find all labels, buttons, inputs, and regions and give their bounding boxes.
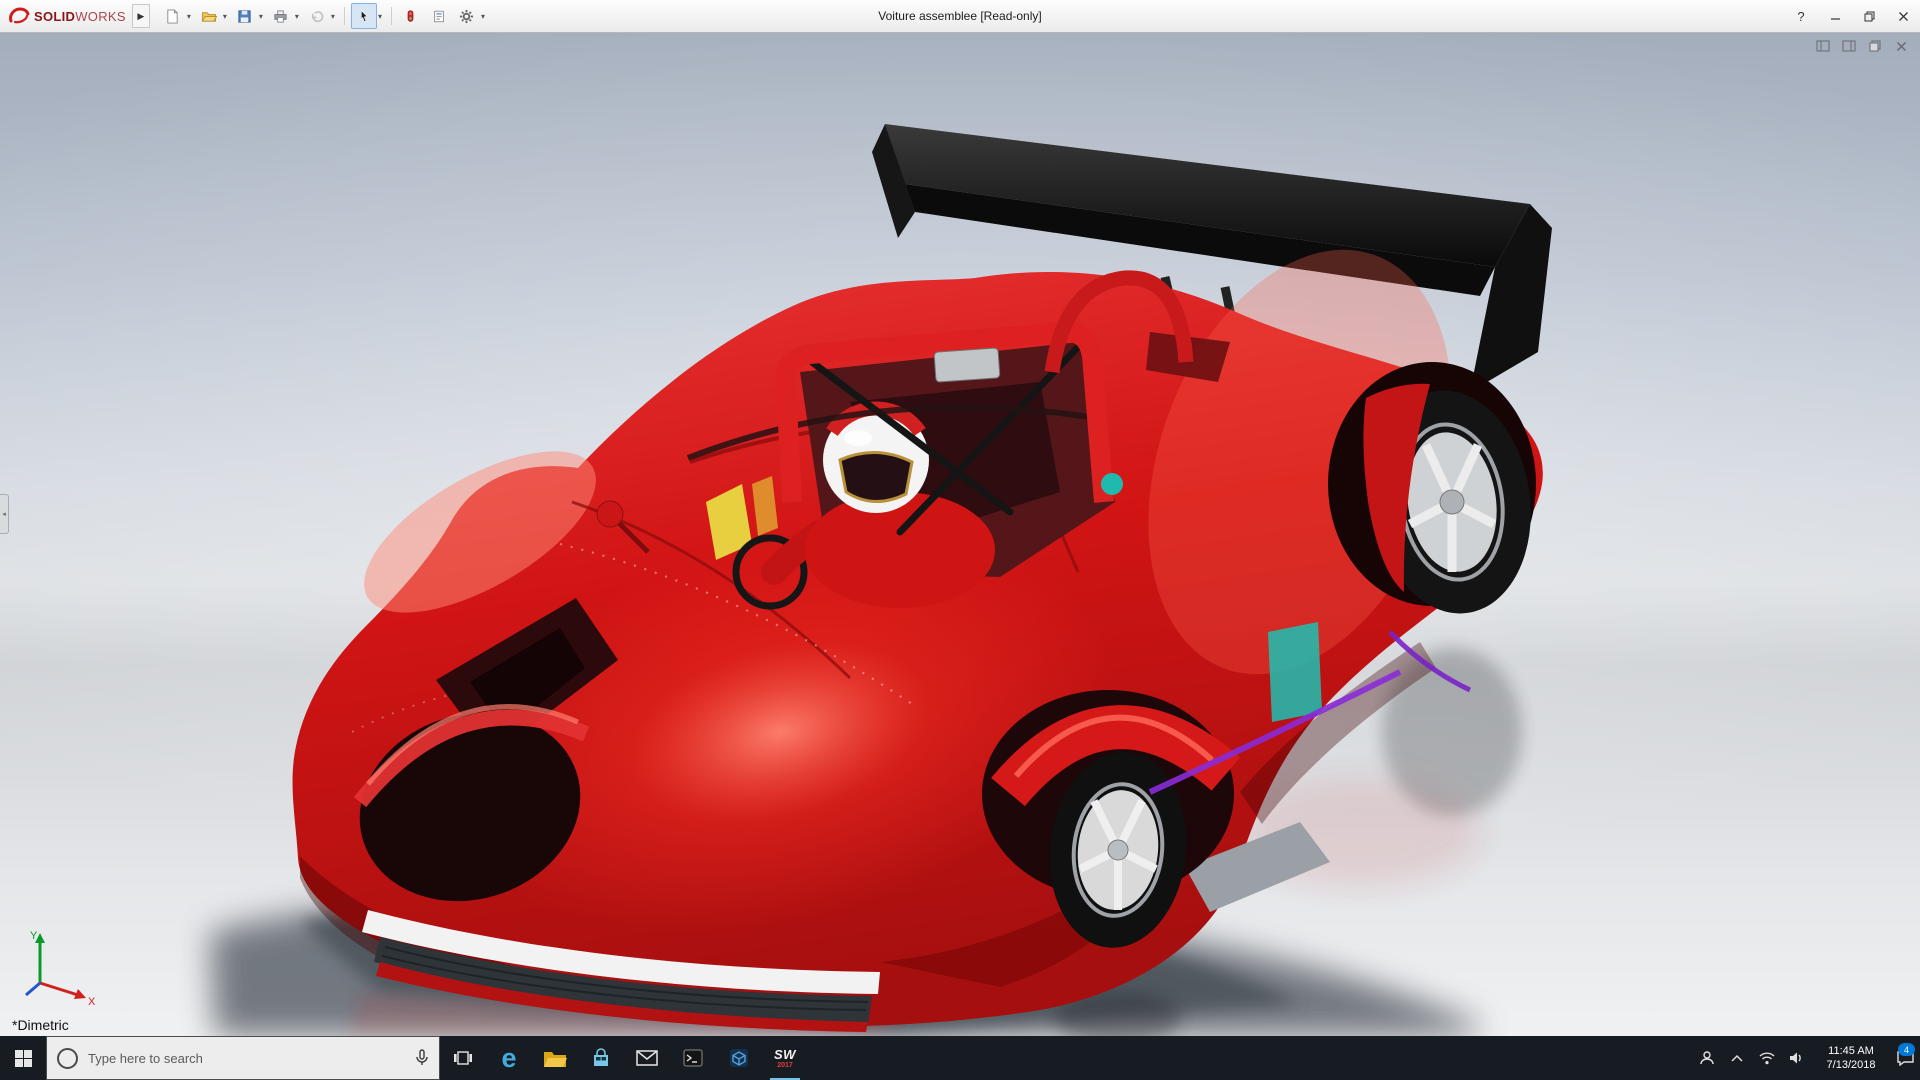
people-button[interactable] (1692, 1036, 1722, 1080)
chevron-up-icon (1731, 1054, 1743, 1062)
options-button[interactable] (454, 3, 480, 29)
notification-badge: 4 (1898, 1043, 1915, 1056)
edge-button[interactable]: e (486, 1036, 532, 1080)
dropdown-caret[interactable]: ▾ (187, 12, 191, 21)
taskbar-search[interactable] (46, 1036, 440, 1080)
windows-logo-icon (14, 1049, 32, 1067)
ds-logo-icon (9, 7, 30, 24)
car-body[interactable] (292, 207, 1543, 1027)
command-prompt-icon (683, 1049, 703, 1067)
doc-close-button[interactable] (1892, 38, 1910, 54)
clock-date: 7/13/2018 (1826, 1059, 1876, 1071)
search-input[interactable] (86, 1049, 407, 1067)
hidden-icons-button[interactable] (1722, 1036, 1752, 1080)
microphone-icon[interactable] (415, 1049, 429, 1067)
rearview-mirror (933, 347, 1001, 383)
open-button[interactable] (196, 3, 222, 29)
graphics-viewport[interactable]: ◂ Y X *Dimetric (0, 32, 1920, 1036)
dropdown-caret[interactable]: ▾ (378, 12, 382, 21)
clock-time: 11:45 AM (1828, 1044, 1874, 1057)
view-orientation-label: *Dimetric (12, 1017, 69, 1033)
system-tray: 11:45 AM 7/13/2018 4 (1692, 1036, 1920, 1080)
toolbar-separator (390, 7, 392, 25)
taskbar-clock[interactable]: 11:45 AM 7/13/2018 (1812, 1036, 1890, 1080)
select-tool-button[interactable] (350, 3, 377, 29)
action-center-button[interactable]: 4 (1890, 1036, 1920, 1080)
document-window-controls (1814, 38, 1910, 54)
restore-icon (1864, 11, 1874, 21)
main-toolbar: ▾ ▾ ▾ ▾ ▾ ▾ ▾ (160, 3, 488, 29)
axis-y-label: Y (30, 930, 38, 942)
window-controls: ? (1784, 0, 1920, 32)
edge-icon: e (501, 1042, 517, 1073)
collapsed-panel-tab[interactable]: ◂ (0, 493, 9, 534)
mail-button[interactable] (624, 1036, 670, 1080)
people-icon (1700, 1051, 1714, 1065)
task-view-button[interactable] (440, 1036, 486, 1080)
minimize-button[interactable] (1818, 0, 1852, 32)
print-button[interactable] (268, 3, 294, 29)
solidworks-app-icon: SW 2017 (774, 1046, 796, 1069)
folder-icon (544, 1051, 567, 1067)
windows-taskbar: e SW (0, 1036, 1920, 1080)
command-prompt-button[interactable] (670, 1036, 716, 1080)
solidworks-logo: SOLIDWORKS (0, 6, 132, 26)
brand-text: SOLIDWORKS (34, 8, 126, 24)
dropdown-caret[interactable]: ▾ (481, 12, 485, 21)
store-bag-icon (594, 1048, 608, 1066)
dropdown-caret[interactable]: ▾ (331, 12, 335, 21)
3d-model-view[interactable] (0, 32, 1920, 1036)
doc-restore-button[interactable] (1866, 38, 1884, 54)
network-button[interactable] (1752, 1036, 1782, 1080)
toolbar-flyout-button[interactable]: ▶ (131, 4, 150, 28)
window-title: Voiture assemblee [Read-only] (878, 9, 1042, 23)
save-button[interactable] (232, 3, 258, 29)
solidworks-app-button[interactable]: SW 2017 (762, 1036, 808, 1080)
titlebar: SOLIDWORKS ▶ ▾ ▾ ▾ ▾ ▾ ▾ ▾ Voiture assem… (0, 0, 1920, 33)
file-properties-button[interactable] (426, 3, 452, 29)
wifi-icon (1759, 1051, 1775, 1064)
pane-display-button[interactable] (1840, 38, 1858, 54)
close-icon (1898, 11, 1908, 21)
cad-cube-icon (730, 1049, 748, 1067)
dropdown-caret[interactable]: ▾ (259, 12, 263, 21)
help-button[interactable]: ? (1784, 0, 1818, 32)
toolbar-separator (343, 7, 345, 25)
rebuild-button[interactable] (398, 3, 424, 29)
speaker-icon (1790, 1052, 1801, 1064)
minimize-icon (1830, 17, 1840, 20)
restore-button[interactable] (1852, 0, 1886, 32)
cad-viewer-button[interactable] (716, 1036, 762, 1080)
cortana-icon (57, 1047, 78, 1069)
orientation-triad: Y X (14, 925, 100, 1012)
close-button[interactable] (1886, 0, 1920, 32)
axis-x-label: X (88, 996, 96, 1007)
side-window (1268, 622, 1322, 722)
task-view-icon (454, 1051, 472, 1065)
mail-envelope-icon (636, 1050, 658, 1066)
volume-button[interactable] (1782, 1036, 1812, 1080)
start-button[interactable] (0, 1036, 46, 1080)
pane-preview-button[interactable] (1814, 38, 1832, 54)
new-document-button[interactable] (160, 3, 186, 29)
side-mirror (596, 500, 624, 528)
dropdown-caret[interactable]: ▾ (223, 12, 227, 21)
store-button[interactable] (578, 1036, 624, 1080)
dropdown-caret[interactable]: ▾ (295, 12, 299, 21)
undo-button[interactable] (304, 3, 330, 29)
file-explorer-button[interactable] (532, 1036, 578, 1080)
